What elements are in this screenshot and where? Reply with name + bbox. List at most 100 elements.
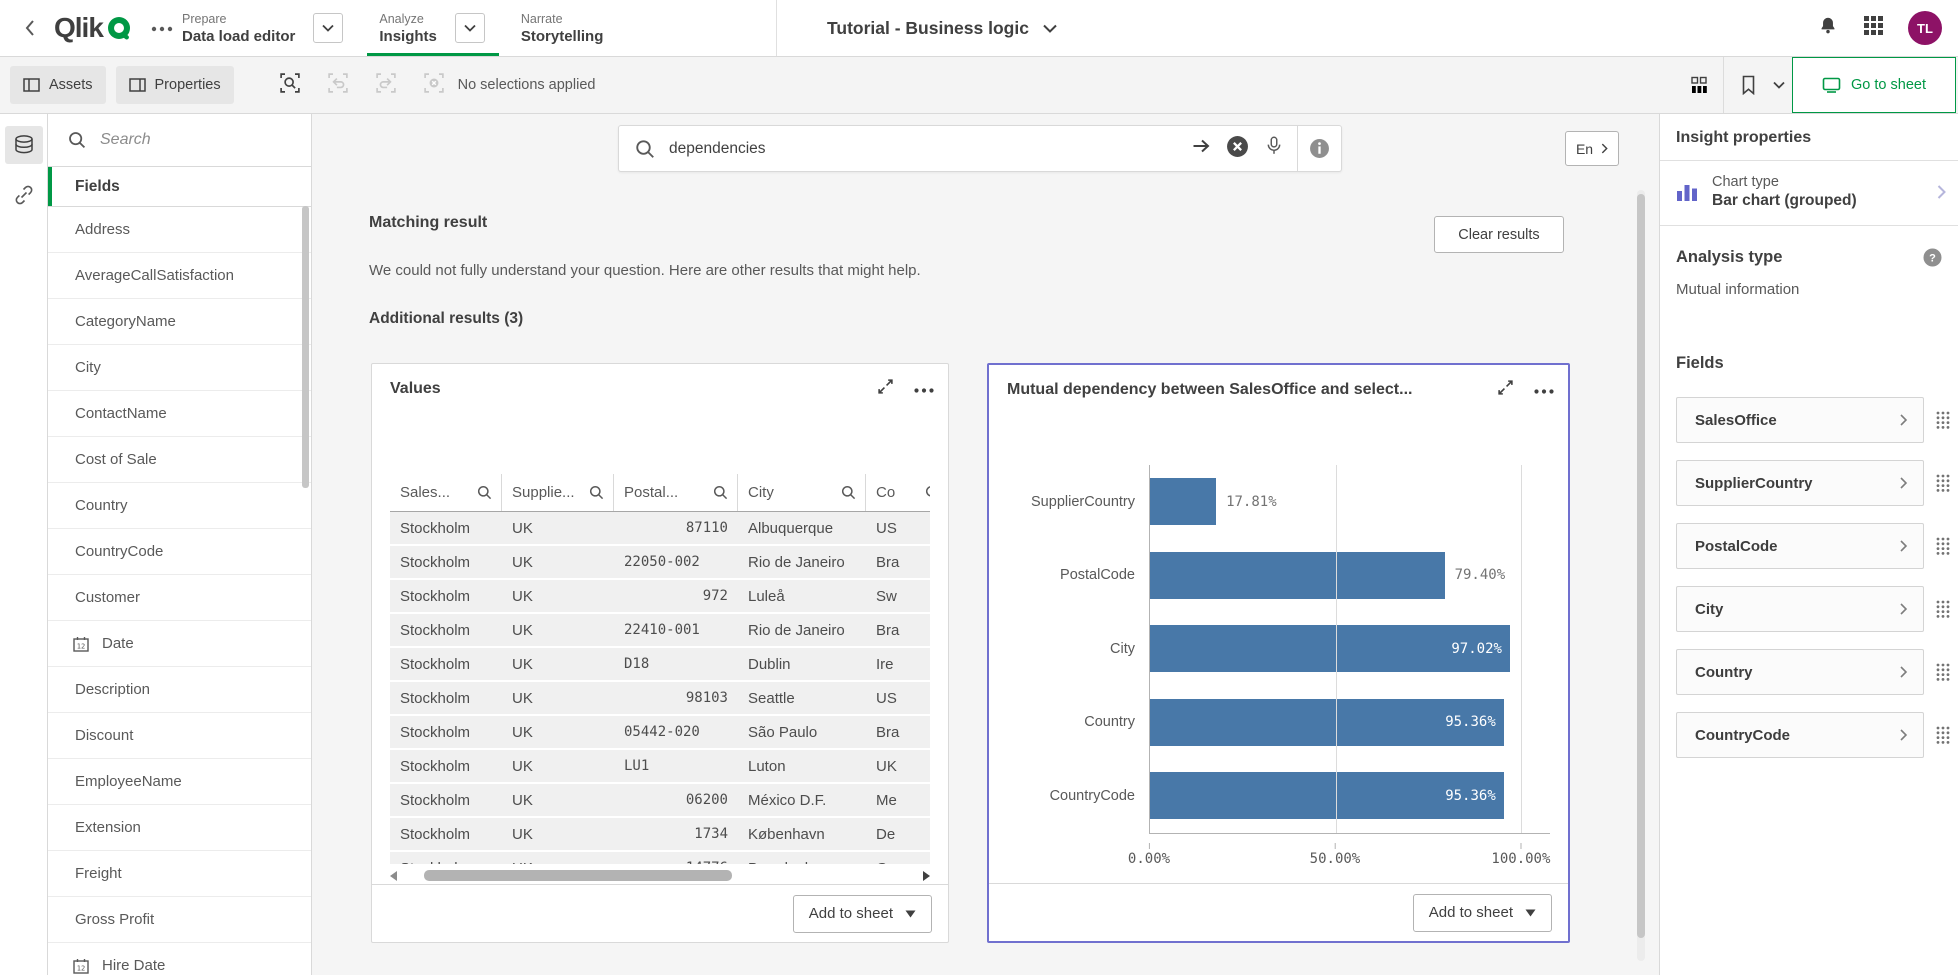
sidebar-field-item[interactable]: Discount (48, 713, 311, 759)
search-info-section[interactable] (1297, 126, 1341, 171)
insight-field-chip[interactable]: CountryCode (1676, 712, 1924, 758)
table-row[interactable]: StockholmUK972LuleåSw (390, 580, 930, 612)
language-button[interactable]: En (1565, 131, 1619, 166)
sidebar-search-input[interactable]: Search (48, 114, 311, 166)
app-title-chevron-icon[interactable] (1043, 24, 1057, 33)
notifications-bell-icon[interactable] (1817, 14, 1839, 43)
scrollbar-thumb[interactable] (424, 870, 732, 881)
table-row[interactable]: StockholmUK05442-020São PauloBra (390, 716, 930, 748)
insight-search-box[interactable]: dependencies (618, 125, 1342, 172)
sidebar-field-item[interactable]: City (48, 345, 311, 391)
clear-selections-icon[interactable] (424, 73, 444, 98)
data-model-rail-button[interactable] (5, 126, 43, 164)
sidebar-scrollbar-thumb[interactable] (302, 206, 309, 488)
sidebar-field-item[interactable]: AverageCallSatisfaction (48, 253, 311, 299)
nav-prepare-dropdown[interactable] (313, 13, 343, 43)
step-forward-icon[interactable] (376, 73, 396, 98)
qlik-logo[interactable]: Qlik (54, 12, 133, 44)
submit-arrow-icon[interactable] (1190, 136, 1212, 161)
column-header[interactable]: Postal... (614, 474, 738, 511)
help-icon[interactable]: ? (1923, 248, 1942, 267)
user-avatar[interactable]: TL (1908, 11, 1942, 45)
insight-field-chip[interactable]: SalesOffice (1676, 397, 1924, 443)
sidebar-field-item[interactable]: Address (48, 207, 311, 253)
nav-prepare[interactable]: Prepare Data load editor (182, 0, 357, 56)
drag-handle-icon[interactable] (1936, 726, 1950, 745)
chart-bar[interactable]: 97.02% (1150, 625, 1510, 672)
sidebar-field-item[interactable]: 12Hire Date (48, 943, 311, 975)
mutual-dependency-chart-card[interactable]: Mutual dependency between SalesOffice an… (987, 363, 1570, 943)
clear-search-icon[interactable] (1226, 135, 1249, 163)
smart-search-selections-icon[interactable] (280, 73, 300, 98)
nav-analyze[interactable]: Analyze Insights (379, 0, 499, 56)
nav-analyze-dropdown[interactable] (455, 13, 485, 43)
sidebar-field-item[interactable]: Customer (48, 575, 311, 621)
insight-field-chip[interactable]: SupplierCountry (1676, 460, 1924, 506)
drag-handle-icon[interactable] (1936, 537, 1950, 556)
sidebar-field-item[interactable]: Extension (48, 805, 311, 851)
back-icon[interactable] (18, 16, 42, 40)
insight-field-chip[interactable]: PostalCode (1676, 523, 1924, 569)
insight-field-chip[interactable]: Country (1676, 649, 1924, 695)
chart-bar[interactable]: 95.36% (1150, 772, 1504, 819)
expand-icon[interactable] (877, 378, 894, 400)
sidebar-field-item[interactable]: Freight (48, 851, 311, 897)
table-row[interactable]: StockholmUK06200México D.F.Me (390, 784, 930, 816)
drag-handle-icon[interactable] (1936, 411, 1950, 430)
bookmark-chevron-icon[interactable] (1766, 67, 1792, 103)
more-menu-icon[interactable] (151, 19, 173, 37)
sidebar-field-item[interactable]: Description (48, 667, 311, 713)
table-row[interactable]: StockholmUK98103SeattleUS (390, 682, 930, 714)
chart-bar[interactable]: 95.36% (1150, 699, 1504, 746)
bookmark-icon[interactable] (1730, 67, 1766, 103)
sidebar-field-item[interactable]: ContactName (48, 391, 311, 437)
sidebar-field-item[interactable]: EmployeeName (48, 759, 311, 805)
app-launcher-waffle-icon[interactable] (1863, 15, 1884, 41)
table-row[interactable]: StockholmUK22050-002Rio de JaneiroBra (390, 546, 930, 578)
drag-handle-icon[interactable] (1936, 663, 1950, 682)
clear-results-button[interactable]: Clear results (1434, 216, 1564, 253)
voice-mic-icon[interactable] (1263, 135, 1285, 162)
add-to-sheet-button[interactable]: Add to sheet (793, 895, 932, 933)
properties-button[interactable]: Properties (116, 66, 234, 104)
column-header[interactable]: Supplie... (502, 474, 614, 511)
nav-narrate[interactable]: Narrate Storytelling (521, 0, 618, 56)
table-row[interactable]: StockholmUKD18DublinIre (390, 648, 930, 680)
table-row[interactable]: StockholmUK1734KøbenhavnDe (390, 818, 930, 850)
scroll-left-arrow-icon[interactable] (390, 871, 397, 881)
sidebar-field-item[interactable]: Gross Profit (48, 897, 311, 943)
sidebar-field-item[interactable]: 12Date (48, 621, 311, 667)
column-header[interactable]: Sales... (390, 474, 502, 511)
sidebar-field-item[interactable]: CountryCode (48, 529, 311, 575)
sidebar-field-item[interactable]: CategoryName (48, 299, 311, 345)
table-row[interactable]: StockholmUK87110AlbuquerqueUS (390, 512, 930, 544)
scrollbar-track[interactable] (403, 870, 917, 881)
sidebar-field-item[interactable]: Cost of Sale (48, 437, 311, 483)
values-result-card[interactable]: Values Sales...Supplie...Postal...CityCo… (371, 363, 949, 943)
go-to-sheet-button[interactable]: Go to sheet (1792, 57, 1956, 113)
scroll-right-arrow-icon[interactable] (923, 871, 930, 881)
step-back-icon[interactable] (328, 73, 348, 98)
drag-handle-icon[interactable] (1936, 474, 1950, 493)
sidebar-field-item[interactable]: Country (48, 483, 311, 529)
search-query-text[interactable]: dependencies (669, 140, 1190, 158)
chart-bar[interactable] (1150, 478, 1216, 525)
chart-type-row[interactable]: Chart type Bar chart (grouped) (1660, 161, 1958, 226)
column-header[interactable]: Co (866, 474, 930, 511)
sheet-layout-icon[interactable] (1681, 67, 1717, 103)
business-logic-rail-button[interactable] (5, 176, 43, 214)
assets-button[interactable]: Assets (10, 66, 106, 104)
table-row[interactable]: StockholmUKLU1LutonUK (390, 750, 930, 782)
add-to-sheet-button[interactable]: Add to sheet (1413, 894, 1552, 932)
drag-handle-icon[interactable] (1936, 600, 1950, 619)
fields-section-header[interactable]: Fields (48, 166, 311, 207)
table-horizontal-scrollbar[interactable] (390, 869, 930, 882)
main-scrollbar-track[interactable] (1637, 190, 1645, 961)
insight-field-chip[interactable]: City (1676, 586, 1924, 632)
expand-icon[interactable] (1497, 379, 1514, 401)
card-menu-icon[interactable] (914, 380, 934, 398)
table-row[interactable]: StockholmUK22410-001Rio de JaneiroBra (390, 614, 930, 646)
chart-bar[interactable] (1150, 552, 1445, 599)
column-header[interactable]: City (738, 474, 866, 511)
main-scrollbar-thumb[interactable] (1637, 194, 1645, 938)
